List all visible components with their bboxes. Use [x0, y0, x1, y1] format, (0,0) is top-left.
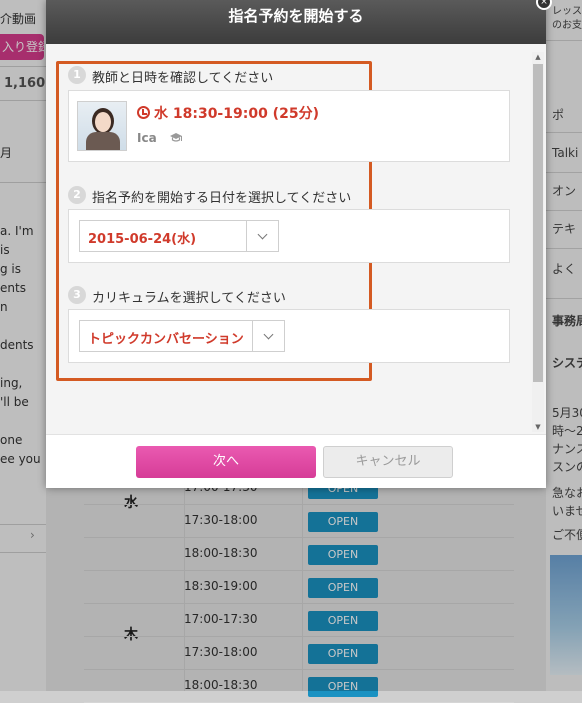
teacher-name[interactable]: Ica: [137, 131, 157, 145]
lesson-time-text: 水 18:30-19:00 (25分): [154, 106, 319, 122]
chevron-down-icon[interactable]: [246, 221, 278, 251]
modal-body: 1 教師と日時を確認してください 水 18:30-19:00 (25分) Ica…: [46, 44, 546, 434]
cancel-button[interactable]: キャンセル: [323, 446, 453, 478]
next-button[interactable]: 次へ: [136, 446, 316, 478]
modal-title: 指名予約を開始する: [46, 0, 546, 44]
step-title: 指名予約を開始する日付を選択してください: [92, 191, 352, 206]
curriculum-select-value: トピックカンバセーション: [88, 332, 244, 347]
start-reservation-modal: 指名予約を開始する 1 教師と日時を確認してください 水 18:30-19:00…: [46, 0, 546, 488]
curriculum-select[interactable]: トピックカンバセーション: [79, 320, 285, 352]
scroll-down-arrow[interactable]: ▼: [532, 422, 544, 432]
step-number: 1: [68, 66, 86, 84]
step-number: 2: [68, 186, 86, 204]
graduation-cap-icon: [170, 133, 182, 142]
scrollbar-thumb[interactable]: [533, 64, 543, 382]
date-card: 2015-06-24(水): [68, 209, 510, 263]
step-title: カリキュラムを選択してください: [92, 291, 286, 306]
scroll-up-arrow[interactable]: ▲: [532, 52, 544, 62]
curriculum-card: トピックカンバセーション: [68, 309, 510, 363]
lesson-time: 水 18:30-19:00 (25分): [137, 103, 319, 123]
teacher-card: 水 18:30-19:00 (25分) Ica: [68, 90, 510, 162]
teacher-avatar[interactable]: [77, 101, 127, 151]
clock-icon: [137, 106, 150, 119]
step-number: 3: [68, 286, 86, 304]
modal-footer: 次へ キャンセル: [46, 434, 546, 488]
modal-scrollbar[interactable]: ▲ ▼: [532, 52, 544, 432]
date-select[interactable]: 2015-06-24(水): [79, 220, 279, 252]
chevron-down-icon[interactable]: [252, 321, 284, 351]
date-select-value: 2015-06-24(水): [88, 232, 197, 247]
step-title: 教師と日時を確認してください: [92, 71, 274, 86]
